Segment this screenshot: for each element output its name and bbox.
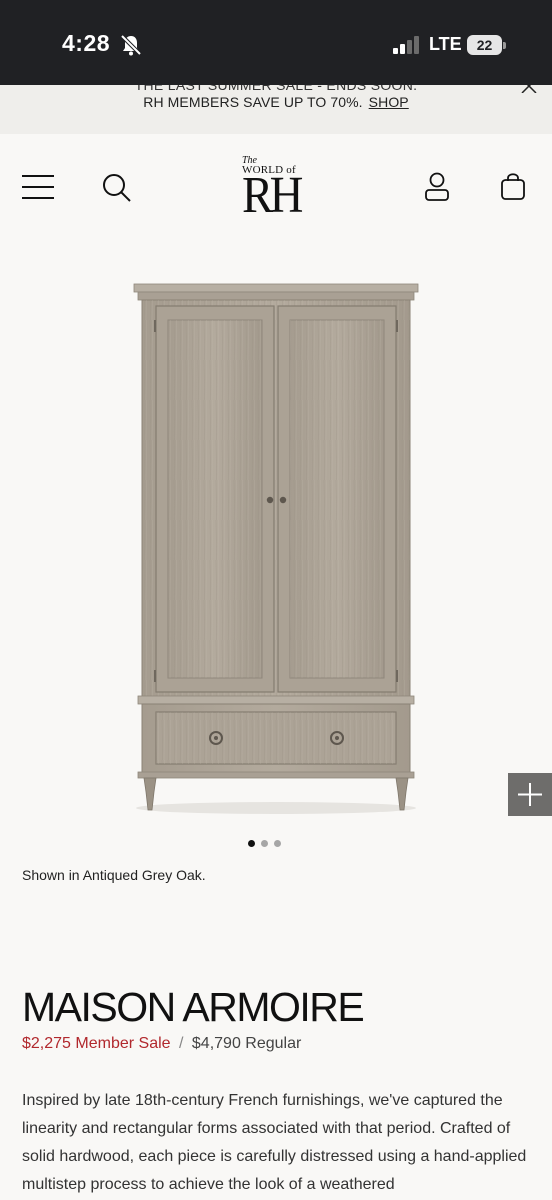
site-header: The WORLD of RH bbox=[0, 134, 552, 244]
menu-icon[interactable] bbox=[22, 174, 54, 200]
search-icon[interactable] bbox=[102, 173, 132, 203]
battery-level: 22 bbox=[467, 35, 502, 55]
member-price-label: Member Sale bbox=[75, 1035, 171, 1052]
zoom-plus-button[interactable] bbox=[508, 773, 552, 816]
price-row: $2,275 Member Sale / $4,790 Regular bbox=[22, 1035, 301, 1053]
member-price: $2,275 bbox=[22, 1035, 71, 1052]
promo-text-row: RH MEMBERS SAVE UP TO 70%. SHOP bbox=[0, 94, 552, 110]
status-time: 4:28 bbox=[62, 30, 111, 56]
battery-icon: 22 bbox=[467, 35, 506, 55]
promo-banner: THE LAST SUMMER SALE - ENDS SOON. RH MEM… bbox=[0, 85, 552, 134]
product-title: MAISON ARMOIRE bbox=[22, 984, 365, 1030]
price-separator: / bbox=[179, 1035, 184, 1052]
bell-muted-icon bbox=[120, 34, 142, 56]
signal-icon bbox=[393, 36, 419, 54]
logo-rh-text: RH bbox=[242, 167, 303, 224]
carousel-dot-1[interactable] bbox=[248, 840, 255, 847]
carousel-dot-2[interactable] bbox=[261, 840, 268, 847]
image-caption: Shown in Antiqued Grey Oak. bbox=[22, 867, 206, 883]
close-icon[interactable] bbox=[520, 85, 542, 93]
promo-line-partial: THE LAST SUMMER SALE - ENDS SOON. bbox=[134, 85, 418, 93]
status-bar: 4:28 LTE 22 bbox=[0, 0, 552, 85]
promo-shop-link[interactable]: SHOP bbox=[369, 94, 409, 110]
cart-icon[interactable] bbox=[500, 171, 526, 201]
product-description: Inspired by late 18th-century French fur… bbox=[22, 1092, 527, 1193]
network-label: LTE bbox=[429, 34, 462, 54]
rh-logo[interactable]: The WORLD of RH bbox=[236, 154, 316, 224]
plus-icon bbox=[518, 783, 542, 806]
product-image-armoire[interactable] bbox=[130, 280, 422, 820]
carousel-dots bbox=[248, 840, 288, 848]
regular-price: $4,790 bbox=[191, 1035, 241, 1052]
promo-text: RH MEMBERS SAVE UP TO 70%. bbox=[143, 94, 363, 110]
regular-price-label: Regular bbox=[245, 1035, 302, 1052]
account-icon[interactable] bbox=[424, 172, 450, 202]
carousel-dot-3[interactable] bbox=[274, 840, 281, 847]
